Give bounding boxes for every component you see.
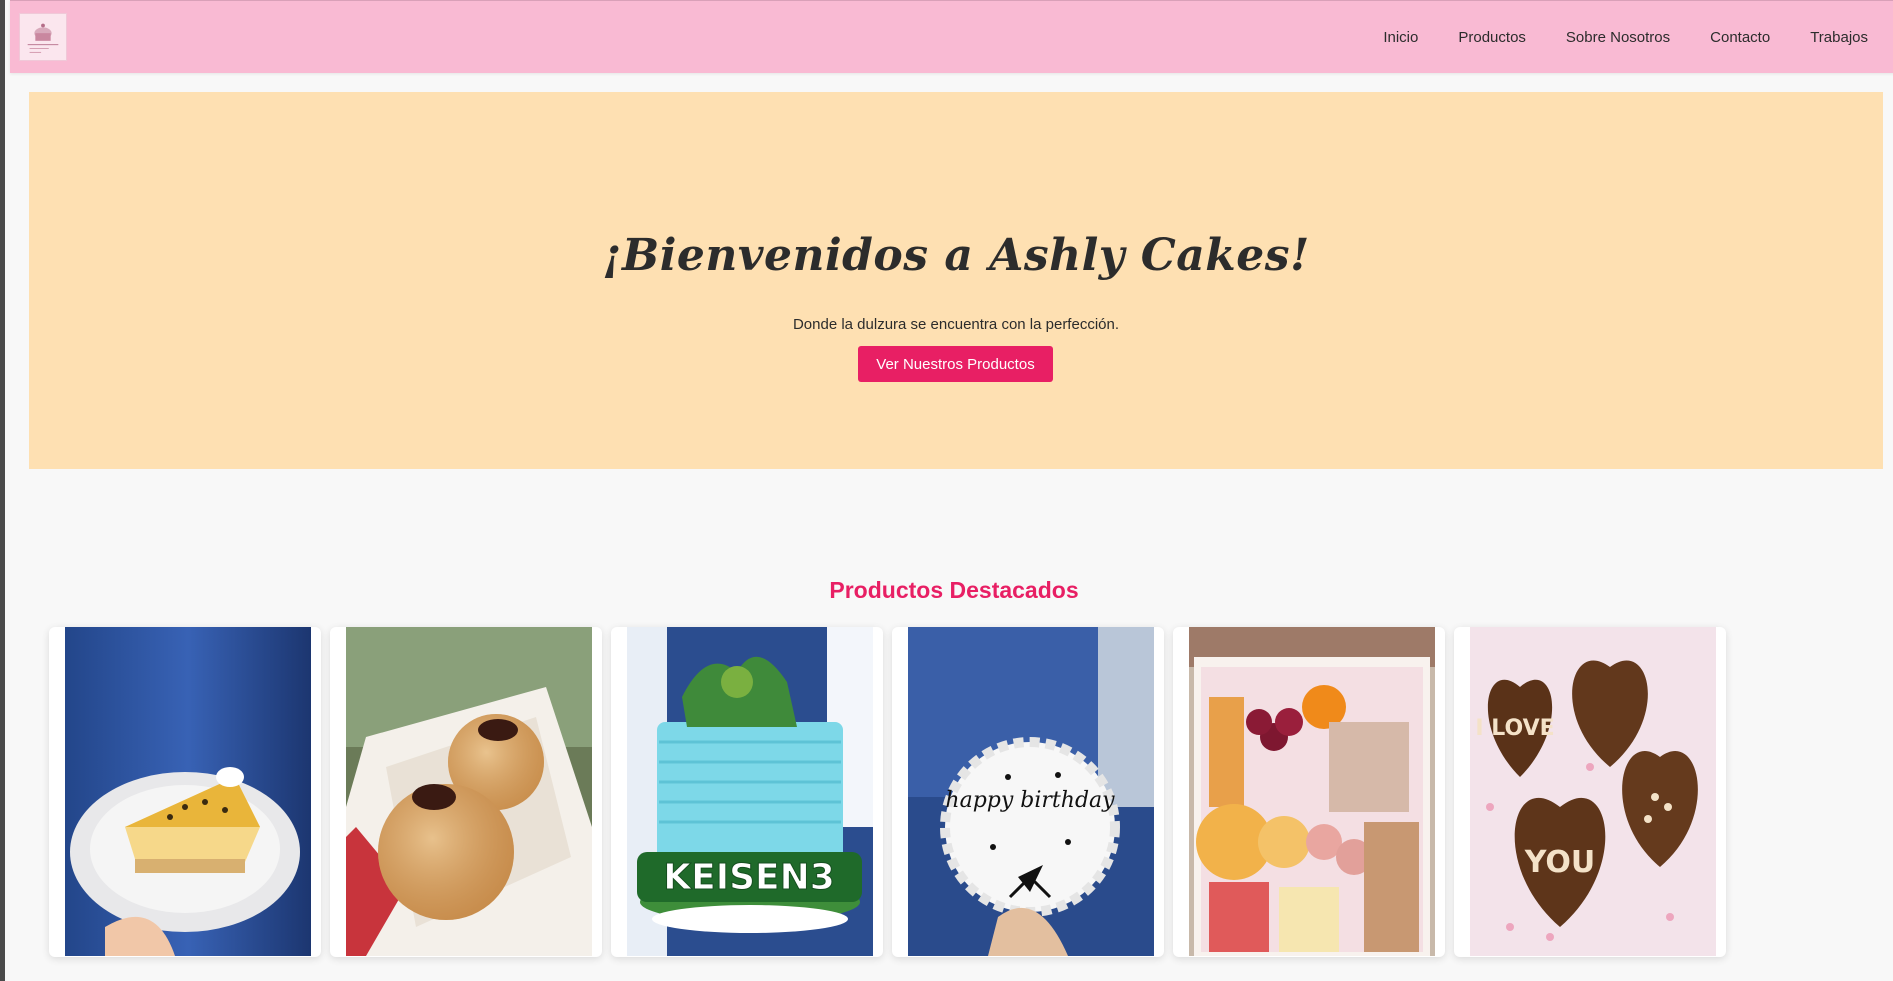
- snack-box-photo: [1189, 627, 1435, 956]
- cake-text: I LOVE: [1475, 716, 1554, 741]
- product-card[interactable]: KEISEN3: [611, 627, 883, 957]
- filled-donuts-photo: [346, 627, 592, 956]
- heart-brownies-photo: I LOVE YOU: [1470, 627, 1716, 956]
- nav-productos[interactable]: Productos: [1438, 1, 1546, 74]
- featured-title: Productos Destacados: [829, 577, 1079, 603]
- product-card[interactable]: happy birthday: [892, 627, 1164, 957]
- passionfruit-cheesecake-photo: [65, 627, 311, 956]
- logo-icon[interactable]: [19, 13, 67, 61]
- hero-title: ¡Bienvenidos a Ashly Cakes!: [602, 230, 1310, 281]
- cake-text: YOU: [1524, 845, 1596, 880]
- product-card[interactable]: [1173, 627, 1445, 957]
- product-card[interactable]: [330, 627, 602, 957]
- view-products-button[interactable]: Ver Nuestros Productos: [858, 346, 1053, 382]
- nav-contacto[interactable]: Contacto: [1690, 1, 1790, 74]
- browser-viewport: Inicio Productos Sobre Nosotros Contacto…: [0, 0, 1893, 981]
- product-card[interactable]: [49, 627, 321, 957]
- cake-text: happy birthday: [945, 788, 1115, 813]
- dinosaur-birthday-cake-photo: KEISEN3: [627, 627, 873, 956]
- site-header: Inicio Productos Sobre Nosotros Contacto…: [10, 0, 1893, 73]
- nav-inicio[interactable]: Inicio: [1363, 1, 1438, 74]
- product-card[interactable]: I LOVE YOU: [1454, 627, 1726, 957]
- nav-trabajos[interactable]: Trabajos: [1790, 1, 1888, 74]
- hero-subtitle: Donde la dulzura se encuentra con la per…: [792, 316, 1120, 333]
- main-nav: Inicio Productos Sobre Nosotros Contacto…: [1363, 1, 1888, 74]
- cake-text: KEISEN3: [663, 857, 835, 898]
- featured-products: KEISEN3 happy birthday I LOVE YOU: [49, 627, 1726, 957]
- happy-birthday-cake-photo: happy birthday: [908, 627, 1154, 956]
- hero-banner: ¡Bienvenidos a Ashly Cakes! Donde la dul…: [29, 92, 1883, 469]
- nav-sobre-nosotros[interactable]: Sobre Nosotros: [1546, 1, 1690, 74]
